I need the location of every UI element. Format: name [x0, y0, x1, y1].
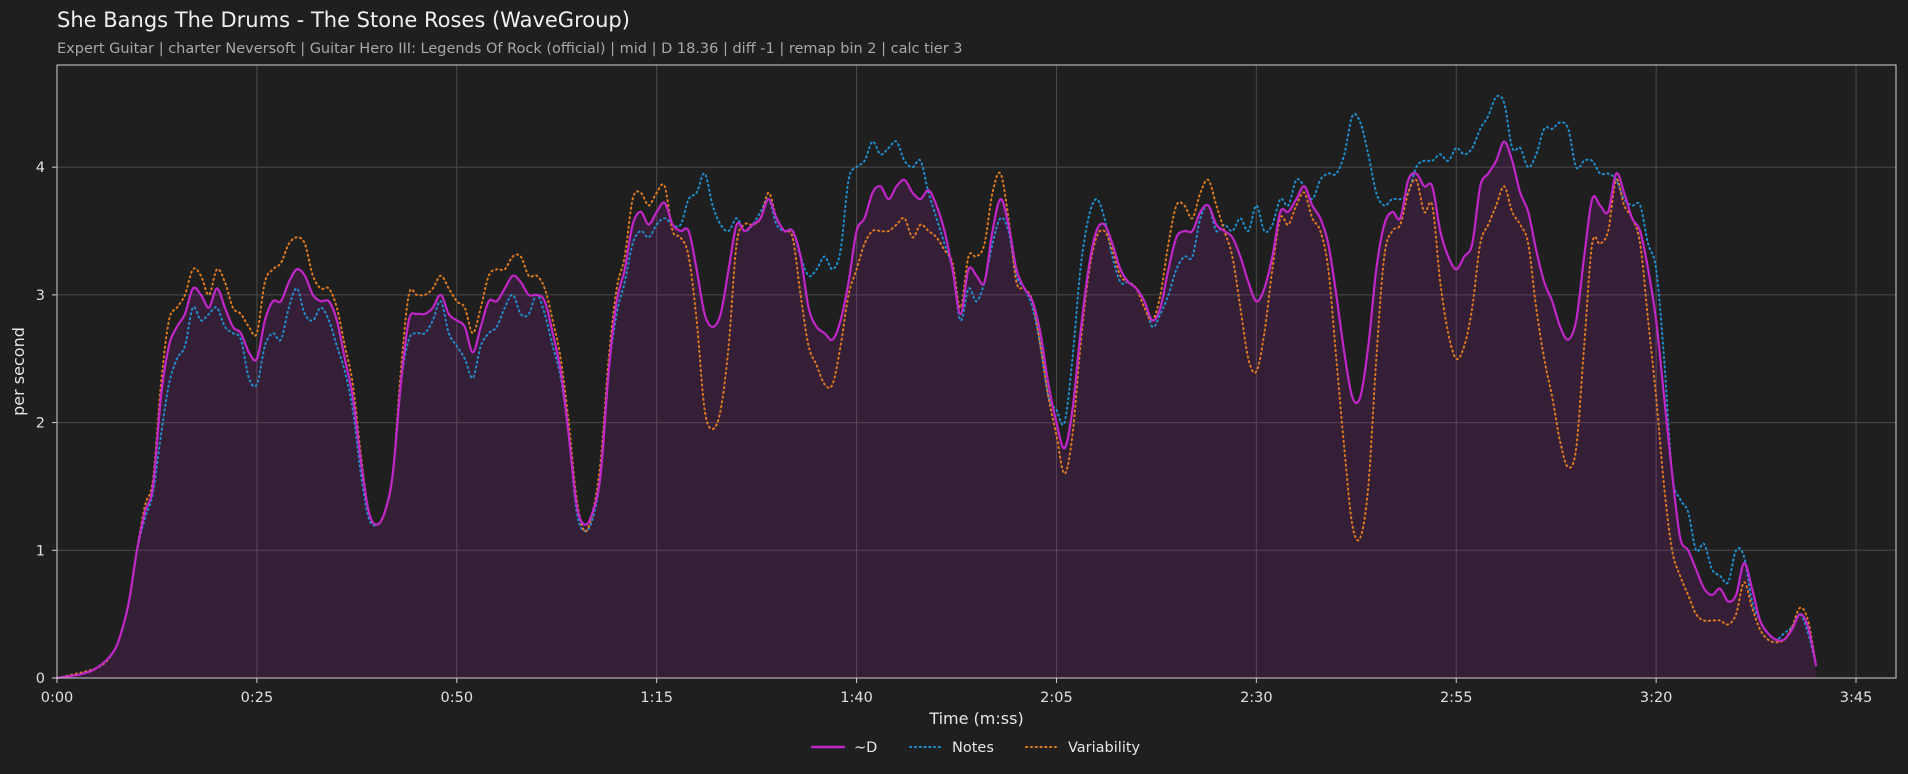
x-tick-label: 0:25 [241, 690, 274, 706]
x-axis-label: Time (m:ss) [928, 709, 1023, 728]
x-tick-label: 3:20 [1640, 690, 1673, 706]
chart-canvas: 0:00 0:25 0:50 1:15 1:40 2:05 2:30 2:55 3:20 3:45… [9, 64, 1897, 756]
x-tick-label: 1:40 [840, 690, 873, 706]
legend-label: ~D [854, 740, 877, 756]
x-tick-label: 2:55 [1440, 690, 1473, 706]
y-tick-label: 3 [36, 288, 45, 304]
series-fill [57, 141, 1817, 678]
x-tick-label: 2:30 [1240, 690, 1273, 706]
y-tick-label: 1 [36, 543, 45, 559]
y-axis-label: per second [9, 327, 28, 416]
x-tick-label: 2:05 [1040, 690, 1073, 706]
legend: ~D Notes Variability [810, 740, 1141, 756]
x-tick-label: 0:00 [41, 690, 74, 706]
series-area-d [57, 141, 1817, 678]
x-tick-label: 0:50 [441, 690, 474, 706]
legend-label: Variability [1068, 740, 1141, 756]
legend-label: Notes [952, 740, 994, 756]
y-tick-label: 2 [36, 416, 45, 432]
x-tick-label: 3:45 [1840, 690, 1873, 706]
x-tick-label: 1:15 [640, 690, 673, 706]
y-tick-label: 0 [36, 671, 45, 687]
y-tick-label: 4 [36, 160, 45, 176]
